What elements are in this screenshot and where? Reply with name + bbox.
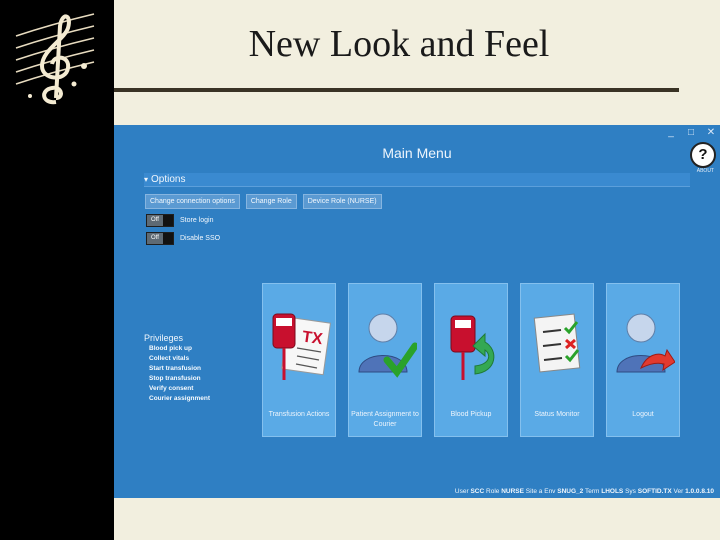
toggle-state: Off	[147, 215, 163, 226]
privilege-item: Start transfusion	[149, 365, 202, 372]
logout-tile[interactable]: Logout	[606, 283, 680, 437]
tile-label: Blood Pickup	[450, 411, 492, 418]
status-role-label: Role	[486, 488, 500, 495]
status-sys: SOFTID.TX	[637, 488, 672, 495]
privilege-item: Blood pick up	[149, 345, 192, 352]
slide-title: New Look and Feel	[248, 23, 550, 65]
change-role-button[interactable]: Change Role	[245, 194, 297, 209]
status-user: SCC	[470, 488, 485, 495]
options-button-row: Change connection options Change Role De…	[145, 194, 382, 209]
status-user-label: User	[454, 488, 469, 495]
tile-label: Transfusion Actions	[268, 411, 330, 418]
maximize-button[interactable]: □	[686, 127, 696, 138]
device-role-button[interactable]: Device Role (NURSE)	[302, 194, 382, 209]
transfusion-actions-tile[interactable]: TX Transfusion Actions	[262, 283, 336, 437]
status-sys-label: Sys	[625, 488, 636, 495]
store-login-toggle[interactable]: Off	[146, 214, 174, 227]
disable-sso-toggle[interactable]: Off	[146, 232, 174, 245]
patient-assignment-tile[interactable]: Patient Assignment to Courier	[348, 283, 422, 437]
menu-tiles: TX Transfusion Actions Patient Assignmen…	[262, 283, 680, 437]
status-site: a	[538, 488, 543, 495]
status-role: NURSE	[501, 488, 524, 495]
title-underline	[114, 88, 679, 92]
privilege-item: Courier assignment	[149, 395, 211, 402]
window-controls: _ □ ✕	[666, 127, 716, 138]
status-ver-label: Ver	[673, 488, 684, 495]
app-window: _ □ ✕ Main Menu ? ABOUT ▾ Options Change …	[114, 125, 720, 498]
minimize-button[interactable]: _	[666, 127, 676, 138]
store-login-label: Store login	[180, 217, 214, 224]
options-header-label: Options	[151, 174, 186, 185]
tile-label: Logout	[632, 411, 654, 418]
left-decor-band	[0, 0, 114, 540]
treble-clef-logo-icon	[15, 13, 95, 105]
privileges-title: Privileges	[144, 333, 184, 343]
svg-text:TX: TX	[301, 328, 324, 348]
user-logout-icon	[616, 313, 675, 373]
tile-label: Status Monitor	[534, 411, 580, 418]
disable-sso-row: Off Disable SSO	[146, 232, 220, 245]
status-monitor-tile[interactable]: Status Monitor	[520, 283, 594, 437]
tile-label: Patient Assignment to Courier	[351, 411, 419, 428]
privilege-item: Collect vitals	[149, 355, 190, 362]
user-check-icon	[358, 313, 417, 378]
help-button[interactable]: ?	[690, 142, 716, 168]
privilege-item: Verify consent	[149, 385, 194, 392]
toggle-state: Off	[147, 233, 163, 244]
status-bar: User SCC Role NURSE Site a Env SNUG_2 Te…	[455, 488, 714, 495]
change-connection-options-button[interactable]: Change connection options	[145, 194, 240, 209]
store-login-row: Off Store login	[146, 214, 213, 227]
options-section-header[interactable]: ▾ Options	[144, 173, 690, 187]
privilege-item: Stop transfusion	[149, 375, 201, 382]
disable-sso-label: Disable SSO	[180, 235, 221, 242]
close-button[interactable]: ✕	[706, 127, 716, 138]
status-env-label: Env	[544, 488, 556, 495]
checklist-icon	[533, 313, 581, 373]
status-term: LHOLS	[601, 488, 624, 495]
toggle-knob	[163, 233, 173, 244]
collapse-arrow-icon: ▾	[144, 175, 149, 184]
status-ver: 1.0.0.8.10	[685, 488, 714, 495]
toggle-knob	[163, 215, 173, 226]
status-env: SNUG_2	[557, 488, 584, 495]
blood-pickup-tile[interactable]: Blood Pickup	[434, 283, 508, 437]
blood-bag-tx-icon: TX	[272, 313, 331, 380]
blood-bag-return-icon	[450, 315, 495, 380]
status-site-label: Site	[525, 488, 537, 495]
help-label: ABOUT	[696, 168, 714, 174]
status-term-label: Term	[584, 488, 600, 495]
privileges-panel: Privileges Blood pick up Collect vitals …	[144, 333, 210, 404]
main-menu-title: Main Menu	[382, 145, 452, 161]
